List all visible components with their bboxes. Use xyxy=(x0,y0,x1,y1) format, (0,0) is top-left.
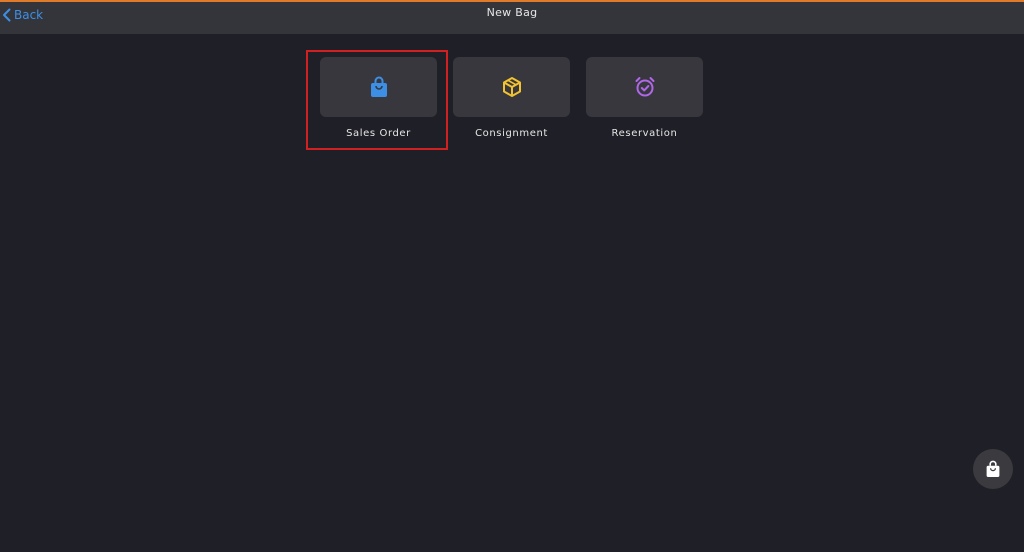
shopping-bag-icon xyxy=(986,460,1000,477)
top-bar: Back New Bag xyxy=(0,0,1024,34)
option-label: Sales Order xyxy=(346,128,411,139)
option-tile[interactable] xyxy=(320,57,437,117)
order-type-options: Sales Order Consignment Reservation xyxy=(0,57,1024,157)
shopping-bag-icon xyxy=(370,76,387,97)
option-sales-order[interactable]: Sales Order xyxy=(320,57,437,139)
option-tile[interactable] xyxy=(453,57,570,117)
package-box-icon xyxy=(502,77,521,97)
option-consignment[interactable]: Consignment xyxy=(453,57,570,139)
page-title: New Bag xyxy=(486,6,538,19)
option-reservation[interactable]: Reservation xyxy=(586,57,703,139)
option-label: Consignment xyxy=(475,128,548,139)
option-label: Reservation xyxy=(611,128,678,139)
option-tile[interactable] xyxy=(586,57,703,117)
bag-fab-button[interactable] xyxy=(973,449,1013,489)
alarm-clock-check-icon xyxy=(635,77,654,97)
